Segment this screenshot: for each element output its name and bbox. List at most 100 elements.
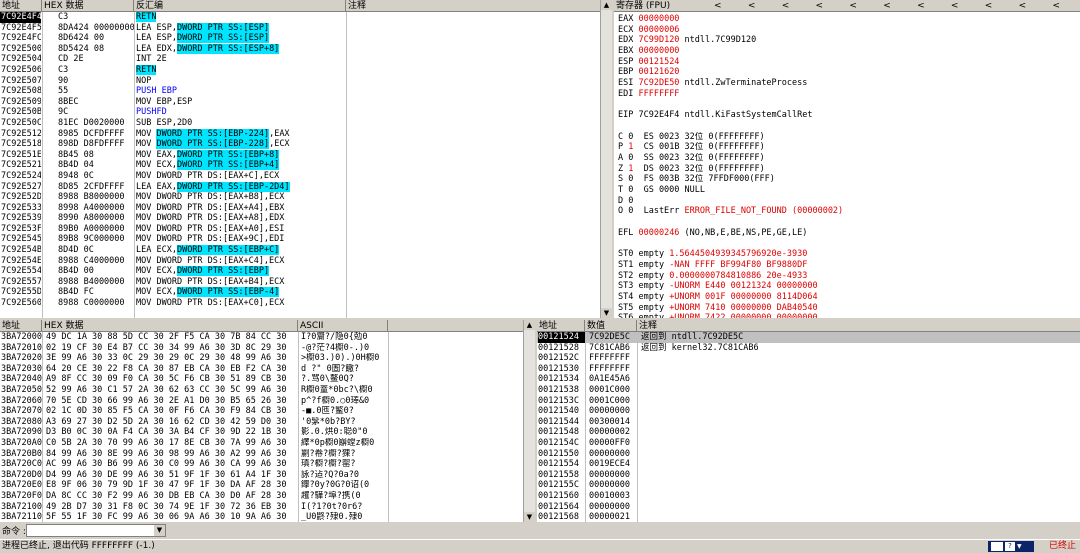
command-input[interactable]: ▼ [26,524,166,537]
left-arrow-icon[interactable]: < [915,0,927,12]
stack-row[interactable]: 00121568 00000021 [537,512,1080,522]
register-row[interactable] [614,121,1080,132]
dump-row[interactable]: 3BA72110 5F 55 1F 30 FC 99 A6 30 06 9A A6… [0,512,535,522]
register-row[interactable]: O 0 LastErr ERROR_FILE_NOT_FOUND (000000… [614,206,1080,217]
register-row[interactable]: ST1 empty -NAN FFFF BF994F80 BF9880DF [614,260,1080,271]
col-ascii-header[interactable]: ASCII [298,320,388,332]
col-comment-header[interactable]: 注释 [346,0,612,12]
dump-row[interactable]: 3BA72070 02 1C 0D 30 85 F5 CA 30 0F F6 CA… [0,406,535,417]
left-arrow-icon[interactable]: < [780,0,792,12]
stack-pane[interactable]: 地址 数值 注释 00121524 7C92DE5C 返回到 ntdll.7C92D… [537,320,1080,522]
disasm-row[interactable]: 7C92E560 8988 C0000000 MOV DWORD PTR DS:[E… [0,298,612,309]
register-row[interactable]: D 0 [614,196,1080,207]
disasm-row[interactable]: 7C92E518 898D D8FDFFFF MOV DWORD PTR SS:[E… [0,139,612,150]
disasm-row[interactable]: 7C92E539 8990 A8000000 MOV DWORD PTR DS:[E… [0,213,612,224]
stack-row[interactable]: 0012155C 00000000 [537,480,1080,491]
dump-row[interactable]: 3BA720C0 AC 99 A6 30 B6 99 A6 30 C0 99 A6… [0,459,535,470]
col-hex-header[interactable]: HEX 数据 [42,0,134,12]
dump-row[interactable]: 3BA72010 02 19 CF 30 E4 B7 CC 30 34 99 A6… [0,343,535,354]
register-row[interactable]: Z 1 DS 0023 32位 0(FFFFFFFF) [614,164,1080,175]
register-row[interactable]: ESI 7C92DE50 ntdll.ZwTerminateProcess [614,78,1080,89]
disasm-row[interactable]: 7C92E506 C3 RETN [0,64,612,76]
disasm-row[interactable]: 7C92E55D 8B4D FC MOV ECX,DWORD PTR SS:[EBP… [0,287,612,298]
disasm-row[interactable]: 7C92E54B 8D4D 0C LEA ECX,DWORD PTR SS:[EBP… [0,245,612,256]
dump-row[interactable]: 3BA72020 3E 99 A6 30 33 0C 29 30 29 0C 29… [0,353,535,364]
dump-row[interactable]: 3BA72100 49 2B D7 30 31 F8 0C 30 74 9E 1F… [0,502,535,513]
dump-row[interactable]: 3BA720B0 84 99 A6 30 8E 99 A6 30 98 99 A6… [0,449,535,460]
stack-row[interactable]: 00121530 FFFFFFFF [537,364,1080,375]
register-row[interactable]: ECX 00000006 [614,25,1080,36]
dump-row[interactable]: 3BA72040 A9 8F CC 30 09 F0 CA 30 5C F6 CB… [0,374,535,385]
dump-row[interactable]: 3BA72060 70 5E CD 30 66 99 A6 30 2E A1 D0… [0,396,535,407]
stack-row[interactable]: 00121564 00000000 [537,502,1080,513]
col-comment-header[interactable]: 注释 [637,320,1080,332]
stack-row[interactable]: 00121540 00000000 [537,406,1080,417]
dump-row[interactable]: 3BA72000 49 DC 1A 30 88 5D CC 30 2F F5 CA… [0,332,535,343]
disasm-row[interactable]: 7C92E4FC 8D6424 00 LEA ESP,DWORD PTR SS:[E… [0,33,612,44]
disasm-row[interactable]: 7C92E557 8988 B4000000 MOV DWORD PTR DS:[E… [0,277,612,288]
register-row[interactable]: T 0 GS 0000 NULL [614,185,1080,196]
stack-row[interactable]: 0012153C 0001C000 [537,396,1080,407]
scroll-down-icon[interactable]: ▼ [524,512,535,522]
help-icon[interactable]: ? [1005,542,1015,551]
disasm-row[interactable]: 7C92E508 55 PUSH EBP [0,86,612,97]
dump-pane[interactable]: 地址 HEX 数据 ASCII 3BA72000 49 DC 1A 30 88 5… [0,320,535,522]
dump-row[interactable]: 3BA72050 52 99 A6 30 C1 57 2A 30 62 63 CC… [0,385,535,396]
left-arrow-icon[interactable]: < [1050,0,1062,12]
register-row[interactable]: EDX 7C99D120 ntdll.7C99D120 [614,35,1080,46]
disasm-row[interactable]: 7C92E521 8B4D 04 MOV ECX,DWORD PTR SS:[EBP… [0,160,612,171]
stack-row[interactable]: 00121524 7C92DE5C 返回到 ntdll.7C92DE5C [537,332,1080,343]
col-hex-header[interactable]: HEX 数据 [42,320,298,332]
keyboard-icon[interactable] [991,542,1003,551]
chevron-down-icon[interactable]: ▼ [154,525,165,536]
stack-row[interactable]: 00121544 00300014 [537,417,1080,428]
disasm-row[interactable]: 7C92E50C 81EC D0020000 SUB ESP,2D0 [0,118,612,129]
register-row[interactable] [614,217,1080,228]
register-row[interactable]: ST4 empty +UNORM 001F 00000000 8114D064 [614,292,1080,303]
disasm-row[interactable]: 7C92E4F4 C3 RETN [0,12,612,23]
dump-row[interactable]: 3BA720F0 DA 8C CC 30 F2 99 A6 30 DB EB CA… [0,491,535,502]
disasm-row[interactable]: 7C92E509 8BEC MOV EBP,ESP [0,97,612,108]
register-row[interactable]: P 1 CS 001B 32位 0(FFFFFFFF) [614,142,1080,153]
disasm-row[interactable]: 7C92E50B 9C PUSHFD [0,107,612,118]
disasm-row[interactable]: 7C92E54E 8988 C4000000 MOV DWORD PTR DS:[E… [0,256,612,267]
left-arrow-icon[interactable]: < [983,0,995,12]
disasm-row[interactable]: 7C92E512 8985 DCFDFFFF MOV DWORD PTR SS:[E… [0,128,612,140]
scroll-up-icon[interactable]: ▲ [524,320,535,330]
dump-row[interactable]: 3BA72090 D3 B0 0C 30 0A F4 CA 30 3A B4 CF… [0,427,535,438]
left-arrow-icon[interactable]: < [814,0,826,12]
left-arrow-icon[interactable]: < [1017,0,1029,12]
col-address-header[interactable]: 地址 [0,0,42,12]
scroll-down-icon[interactable]: ▼ [601,308,612,318]
register-row[interactable]: ESP 00121524 [614,57,1080,68]
left-arrow-icon[interactable]: < [881,0,893,12]
disasm-row[interactable]: 7C92E52D 8988 B8000000 MOV DWORD PTR DS:[E… [0,192,612,203]
stack-row[interactable]: 00121550 00000000 [537,449,1080,460]
register-row[interactable] [614,238,1080,249]
stack-row[interactable]: 00121528 7C81CAB6 返回到 kernel32.7C81CAB6 [537,343,1080,354]
register-row[interactable]: A 0 SS 0023 32位 0(FFFFFFFF) [614,153,1080,164]
disasm-row[interactable]: 7C92E527 8D85 2CFDFFFF LEA EAX,DWORD PTR S… [0,181,612,193]
register-row[interactable]: ST2 empty 0.0000000784810886 20e-4933 [614,271,1080,282]
disasm-row[interactable]: 7C92E504 CD 2E INT 2E [0,54,612,65]
stack-row[interactable]: 00121560 00010003 [537,491,1080,502]
register-row[interactable] [614,100,1080,111]
dump-row[interactable]: 3BA720A0 C0 5B 2A 30 70 99 A6 30 17 8E CB… [0,438,535,449]
chevron-down-icon[interactable]: ▼ [1017,542,1025,551]
register-row[interactable]: S 0 FS 003B 32位 7FFDF000(FFF) [614,174,1080,185]
left-arrow-icon[interactable]: < [949,0,961,12]
register-row[interactable]: C 0 ES 0023 32位 0(FFFFFFFF) [614,132,1080,143]
stack-row[interactable]: 0012154C 00000FF0 [537,438,1080,449]
register-row[interactable]: ST0 empty 1.5644504939345796920e-3930 [614,249,1080,260]
register-row[interactable]: EDI FFFFFFFF [614,89,1080,100]
stack-row[interactable]: 0012152C FFFFFFFF [537,353,1080,364]
col-address-header[interactable]: 地址 [0,320,42,332]
disasm-row[interactable]: 7C92E53F 89B0 A0000000 MOV DWORD PTR DS:[E… [0,224,612,235]
disasm-row[interactable]: 7C92E524 8948 0C MOV DWORD PTR DS:[EAX+C],… [0,171,612,182]
dump-row[interactable]: 3BA720E0 E8 9F 06 30 79 9D 1F 30 47 9F 1F… [0,480,535,491]
stack-row[interactable]: 00121548 00000002 [537,427,1080,438]
register-row[interactable]: ST5 empty +UNORM 7410 00000000 DAB40540 [614,303,1080,314]
register-row[interactable]: EAX 00000000 [614,14,1080,25]
registers-pane[interactable]: 寄存器 (FPU) < < < < < < < < < < < EAX 00000000 ECX 00… [614,0,1080,318]
register-row[interactable]: EBX 00000000 [614,46,1080,57]
